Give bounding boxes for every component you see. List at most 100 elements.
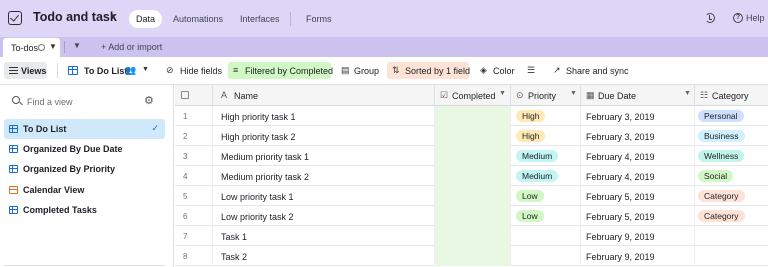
sort-label[interactable]: Sorted by 1 field	[405, 66, 470, 76]
table-row[interactable]: 7 Task 1 February 9, 2019	[175, 226, 768, 246]
row-number-cell[interactable]: 8	[175, 246, 213, 266]
category-cell[interactable]: Social	[695, 166, 768, 186]
completed-cell[interactable]	[435, 166, 511, 186]
table-row[interactable]: 5 Low priority task 1 Low February 5, 2019 C…	[175, 186, 768, 206]
chevron-down-icon[interactable]: ▼	[142, 66, 149, 73]
chevron-down-icon[interactable]: ▼	[49, 42, 57, 51]
add-or-import-button[interactable]: + Add or import	[101, 42, 162, 52]
row-number-cell[interactable]: 6	[175, 206, 213, 226]
base-name[interactable]: Todo and task	[33, 10, 117, 24]
name-cell[interactable]: High priority task 2	[213, 126, 435, 146]
category-cell[interactable]: Category	[695, 186, 768, 206]
sidebar-item-organized-by-priority[interactable]: Organized By Priority	[4, 159, 165, 179]
completed-cell[interactable]	[435, 206, 511, 226]
priority-cell[interactable]: High	[511, 126, 581, 146]
category-cell[interactable]: Business	[695, 126, 768, 146]
due-date-cell[interactable]: February 9, 2019	[581, 246, 695, 266]
completed-cell[interactable]	[435, 246, 511, 266]
help-icon[interactable]: ?	[733, 13, 743, 23]
priority-cell[interactable]: Low	[511, 186, 581, 206]
sidebar-item-completed-tasks[interactable]: Completed Tasks	[4, 200, 165, 220]
priority-cell[interactable]: High	[511, 106, 581, 126]
priority-cell[interactable]: Medium	[511, 166, 581, 186]
gear-icon[interactable]: ⚙	[144, 94, 154, 107]
find-view-input[interactable]: Find a view	[27, 97, 73, 107]
sidebar-item-organized-by-due-date[interactable]: Organized By Due Date	[4, 139, 165, 159]
current-view-name[interactable]: To Do List	[84, 66, 127, 76]
column-header-due-date[interactable]: ▦ Due Date ▼	[581, 85, 695, 106]
tab-data[interactable]: Data	[129, 10, 163, 28]
table-row[interactable]: 8 Task 2 February 9, 2019	[175, 246, 768, 266]
hide-fields-button[interactable]: Hide fields	[180, 66, 222, 76]
category-cell[interactable]: Wellness	[695, 146, 768, 166]
priority-cell[interactable]	[511, 226, 581, 246]
due-date-cell[interactable]: February 4, 2019	[581, 146, 695, 166]
sidebar-item-calendar-view[interactable]: Calendar View	[4, 180, 165, 200]
category-cell[interactable]: Personal	[695, 106, 768, 126]
name-cell[interactable]: High priority task 1	[213, 106, 435, 126]
table-row[interactable]: 2 High priority task 2 High February 3, 201…	[175, 126, 768, 146]
all-tables-chevron-icon[interactable]: ▼	[73, 41, 81, 50]
completed-cell[interactable]	[435, 186, 511, 206]
category-cell[interactable]	[695, 246, 768, 266]
column-header-category[interactable]: ☷ Category	[695, 85, 768, 106]
share-sync-button[interactable]: Share and sync	[566, 66, 629, 76]
row-number-cell[interactable]: 5	[175, 186, 213, 206]
row-number-cell[interactable]: 1	[175, 106, 213, 126]
grid-view-icon	[68, 66, 78, 75]
column-header-priority[interactable]: ⊙ Priority ▼	[511, 85, 581, 106]
category-cell[interactable]: Category	[695, 206, 768, 226]
completed-cell[interactable]	[435, 126, 511, 146]
priority-cell[interactable]: Medium	[511, 146, 581, 166]
table-row[interactable]: 4 Medium priority task 2 Medium February 4,…	[175, 166, 768, 186]
chevron-down-icon[interactable]: ▼	[684, 90, 691, 97]
tab-interfaces[interactable]: Interfaces	[233, 10, 287, 28]
chevron-down-icon[interactable]: ▼	[570, 90, 577, 97]
table-row[interactable]: 6 Low priority task 2 Low February 5, 2019 C…	[175, 206, 768, 226]
due-date-cell[interactable]: February 3, 2019	[581, 106, 695, 126]
name-cell[interactable]: Task 1	[213, 226, 435, 246]
priority-pill: Low	[516, 210, 544, 222]
due-date-cell[interactable]: February 5, 2019	[581, 186, 695, 206]
name-cell[interactable]: Low priority task 1	[213, 186, 435, 206]
sidebar-item-to-do-list[interactable]: To Do List ✓	[4, 119, 165, 139]
due-date-cell[interactable]: February 4, 2019	[581, 166, 695, 186]
name-cell[interactable]: Medium priority task 1	[213, 146, 435, 166]
due-date-cell[interactable]: February 3, 2019	[581, 126, 695, 146]
chevron-down-icon[interactable]: ▼	[109, 12, 117, 21]
name-cell[interactable]: Task 2	[213, 246, 435, 266]
completed-cell[interactable]	[435, 106, 511, 126]
name-cell[interactable]: Medium priority task 2	[213, 166, 435, 186]
group-button[interactable]: Group	[354, 66, 379, 76]
select-all-header[interactable]	[175, 85, 213, 106]
priority-cell[interactable]	[511, 246, 581, 266]
color-button[interactable]: Color	[493, 66, 515, 76]
row-number-cell[interactable]: 3	[175, 146, 213, 166]
row-height-icon[interactable]: ☰	[527, 65, 535, 76]
table-tab-label[interactable]: To-dos	[11, 43, 38, 53]
help-link[interactable]: Help	[746, 13, 765, 23]
completed-cell[interactable]	[435, 146, 511, 166]
views-label[interactable]: Views	[21, 66, 46, 76]
tab-forms[interactable]: Forms	[299, 10, 339, 28]
select-all-checkbox[interactable]	[181, 91, 189, 99]
due-date-cell[interactable]: February 5, 2019	[581, 206, 695, 226]
row-number-cell[interactable]: 4	[175, 166, 213, 186]
table-row[interactable]: 3 Medium priority task 1 Medium February 4,…	[175, 146, 768, 166]
column-header-completed[interactable]: ☑ Completed ▼	[435, 85, 511, 106]
column-header-name[interactable]: A Name	[213, 85, 435, 106]
row-number-cell[interactable]: 2	[175, 126, 213, 146]
completed-cell[interactable]	[435, 226, 511, 246]
row-number-cell[interactable]: 7	[175, 226, 213, 246]
category-cell[interactable]	[695, 226, 768, 246]
name-cell[interactable]: Low priority task 2	[213, 206, 435, 226]
tab-automations[interactable]: Automations	[166, 10, 230, 28]
chevron-down-icon[interactable]: ▼	[499, 90, 506, 97]
collaborators-icon[interactable]: 👥	[125, 65, 136, 76]
priority-cell[interactable]: Low	[511, 206, 581, 226]
info-icon[interactable]	[38, 44, 45, 51]
filter-label[interactable]: Filtered by Completed	[245, 66, 333, 76]
table-row[interactable]: 1 High priority task 1 High February 3, 201…	[175, 106, 768, 126]
due-date-cell[interactable]: February 9, 2019	[581, 226, 695, 246]
history-icon[interactable]	[705, 13, 715, 23]
